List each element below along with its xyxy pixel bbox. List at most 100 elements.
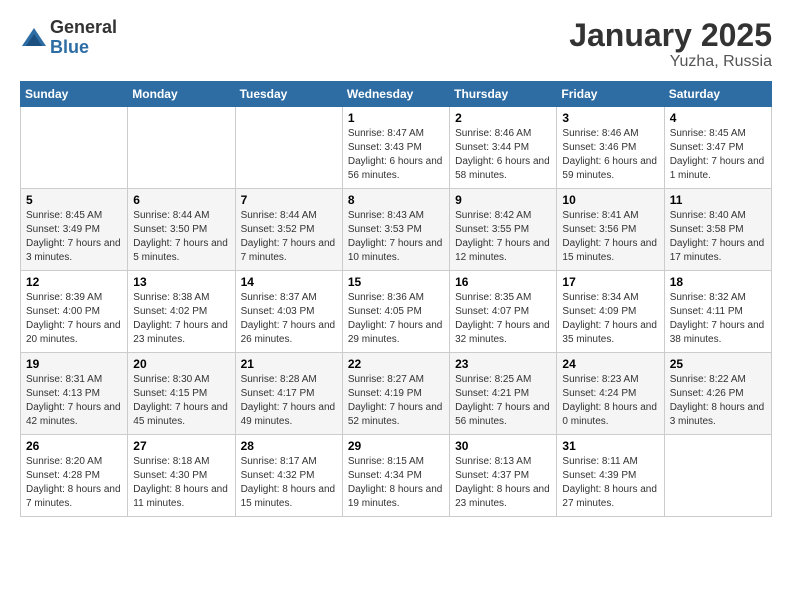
day-number: 22 bbox=[348, 357, 444, 371]
day-info: Sunrise: 8:44 AMSunset: 3:50 PMDaylight:… bbox=[133, 209, 229, 265]
day-cell: 6 Sunrise: 8:44 AMSunset: 3:50 PMDaylight… bbox=[128, 189, 235, 271]
day-info: Sunrise: 8:31 AMSunset: 4:13 PMDaylight:… bbox=[26, 373, 122, 429]
logo-icon bbox=[20, 24, 48, 52]
day-number: 10 bbox=[562, 193, 658, 207]
day-number: 3 bbox=[562, 111, 658, 125]
day-cell: 30Sunrise: 8:13 AMSunset: 4:37 PMDayligh… bbox=[450, 435, 557, 517]
day-cell: 29 Sunrise: 8:15 AMSunset: 4:34 PMDayligh… bbox=[342, 435, 449, 517]
day-number: 27 bbox=[133, 439, 229, 453]
day-cell: 5Sunrise: 8:45 AMSunset: 3:49 PMDaylight… bbox=[21, 189, 128, 271]
day-info: Sunrise: 8:46 AMSunset: 3:46 PMDaylight:… bbox=[562, 127, 658, 183]
day-cell: 2 Sunrise: 8:46 AMSunset: 3:44 PMDaylight… bbox=[450, 107, 557, 189]
day-info: Sunrise: 8:36 AMSunset: 4:05 PMDaylight:… bbox=[348, 291, 444, 347]
calendar-subtitle: Yuzha, Russia bbox=[569, 53, 772, 71]
day-info: Sunrise: 8:41 AMSunset: 3:56 PMDaylight:… bbox=[562, 209, 658, 265]
weekday-header-saturday: Saturday bbox=[664, 82, 771, 107]
day-number: 8 bbox=[348, 193, 444, 207]
day-cell: 14 Sunrise: 8:37 AMSunset: 4:03 PMDayligh… bbox=[235, 271, 342, 353]
day-cell: 27 Sunrise: 8:18 AMSunset: 4:30 PMDayligh… bbox=[128, 435, 235, 517]
week-row-5: 26 Sunrise: 8:20 AMSunset: 4:28 PMDayligh… bbox=[21, 435, 772, 517]
day-info: Sunrise: 8:28 AMSunset: 4:17 PMDaylight:… bbox=[241, 373, 337, 429]
day-info: Sunrise: 8:42 AMSunset: 3:55 PMDaylight:… bbox=[455, 209, 551, 265]
day-info: Sunrise: 8:34 AMSunset: 4:09 PMDaylight:… bbox=[562, 291, 658, 347]
day-number: 9 bbox=[455, 193, 551, 207]
weekday-header-sunday: Sunday bbox=[21, 82, 128, 107]
day-info: Sunrise: 8:40 AMSunset: 3:58 PMDaylight:… bbox=[670, 209, 766, 265]
day-cell: 10 Sunrise: 8:41 AMSunset: 3:56 PMDayligh… bbox=[557, 189, 664, 271]
day-info: Sunrise: 8:11 AMSunset: 4:39 PMDaylight:… bbox=[562, 455, 658, 511]
day-cell: 17 Sunrise: 8:34 AMSunset: 4:09 PMDayligh… bbox=[557, 271, 664, 353]
day-info: Sunrise: 8:39 AMSunset: 4:00 PMDaylight:… bbox=[26, 291, 122, 347]
day-cell: 4 Sunrise: 8:45 AMSunset: 3:47 PMDaylight… bbox=[664, 107, 771, 189]
day-info: Sunrise: 8:15 AMSunset: 4:34 PMDaylight:… bbox=[348, 455, 444, 511]
day-cell: 13 Sunrise: 8:38 AMSunset: 4:02 PMDayligh… bbox=[128, 271, 235, 353]
day-number: 11 bbox=[670, 193, 766, 207]
day-number: 18 bbox=[670, 275, 766, 289]
day-cell: 18Sunrise: 8:32 AMSunset: 4:11 PMDayligh… bbox=[664, 271, 771, 353]
logo-general: General bbox=[50, 18, 117, 38]
day-number: 14 bbox=[241, 275, 337, 289]
week-row-4: 19Sunrise: 8:31 AMSunset: 4:13 PMDayligh… bbox=[21, 353, 772, 435]
day-cell: 25Sunrise: 8:22 AMSunset: 4:26 PMDayligh… bbox=[664, 353, 771, 435]
logo-text: General Blue bbox=[50, 18, 117, 58]
day-cell: 22 Sunrise: 8:27 AMSunset: 4:19 PMDayligh… bbox=[342, 353, 449, 435]
day-cell: 7 Sunrise: 8:44 AMSunset: 3:52 PMDaylight… bbox=[235, 189, 342, 271]
day-cell: 1 Sunrise: 8:47 AMSunset: 3:43 PMDaylight… bbox=[342, 107, 449, 189]
day-info: Sunrise: 8:22 AMSunset: 4:26 PMDaylight:… bbox=[670, 373, 766, 429]
day-cell: 3 Sunrise: 8:46 AMSunset: 3:46 PMDaylight… bbox=[557, 107, 664, 189]
day-number: 20 bbox=[133, 357, 229, 371]
day-info: Sunrise: 8:45 AMSunset: 3:49 PMDaylight:… bbox=[26, 209, 122, 265]
week-row-3: 12 Sunrise: 8:39 AMSunset: 4:00 PMDayligh… bbox=[21, 271, 772, 353]
day-info: Sunrise: 8:18 AMSunset: 4:30 PMDaylight:… bbox=[133, 455, 229, 511]
day-cell: 12 Sunrise: 8:39 AMSunset: 4:00 PMDayligh… bbox=[21, 271, 128, 353]
day-cell: 26 Sunrise: 8:20 AMSunset: 4:28 PMDayligh… bbox=[21, 435, 128, 517]
day-info: Sunrise: 8:37 AMSunset: 4:03 PMDaylight:… bbox=[241, 291, 337, 347]
day-number: 28 bbox=[241, 439, 337, 453]
weekday-header-tuesday: Tuesday bbox=[235, 82, 342, 107]
weekday-header-wednesday: Wednesday bbox=[342, 82, 449, 107]
day-cell: 28Sunrise: 8:17 AMSunset: 4:32 PMDayligh… bbox=[235, 435, 342, 517]
day-number: 17 bbox=[562, 275, 658, 289]
calendar-title: January 2025 bbox=[569, 18, 772, 53]
day-cell bbox=[235, 107, 342, 189]
day-cell: 23Sunrise: 8:25 AMSunset: 4:21 PMDayligh… bbox=[450, 353, 557, 435]
title-block: January 2025 Yuzha, Russia bbox=[569, 18, 772, 71]
day-number: 12 bbox=[26, 275, 122, 289]
day-number: 7 bbox=[241, 193, 337, 207]
day-info: Sunrise: 8:20 AMSunset: 4:28 PMDaylight:… bbox=[26, 455, 122, 511]
calendar-page: General Blue January 2025 Yuzha, Russia … bbox=[0, 0, 792, 612]
day-info: Sunrise: 8:27 AMSunset: 4:19 PMDaylight:… bbox=[348, 373, 444, 429]
day-number: 30 bbox=[455, 439, 551, 453]
day-number: 16 bbox=[455, 275, 551, 289]
weekday-header-row: SundayMondayTuesdayWednesdayThursdayFrid… bbox=[21, 82, 772, 107]
day-info: Sunrise: 8:45 AMSunset: 3:47 PMDaylight:… bbox=[670, 127, 766, 183]
day-cell: 9 Sunrise: 8:42 AMSunset: 3:55 PMDaylight… bbox=[450, 189, 557, 271]
day-number: 26 bbox=[26, 439, 122, 453]
day-info: Sunrise: 8:23 AMSunset: 4:24 PMDaylight:… bbox=[562, 373, 658, 429]
day-cell: 21 Sunrise: 8:28 AMSunset: 4:17 PMDayligh… bbox=[235, 353, 342, 435]
day-cell bbox=[664, 435, 771, 517]
day-number: 13 bbox=[133, 275, 229, 289]
day-number: 2 bbox=[455, 111, 551, 125]
day-info: Sunrise: 8:38 AMSunset: 4:02 PMDaylight:… bbox=[133, 291, 229, 347]
day-info: Sunrise: 8:44 AMSunset: 3:52 PMDaylight:… bbox=[241, 209, 337, 265]
weekday-header-monday: Monday bbox=[128, 82, 235, 107]
day-info: Sunrise: 8:35 AMSunset: 4:07 PMDaylight:… bbox=[455, 291, 551, 347]
day-info: Sunrise: 8:25 AMSunset: 4:21 PMDaylight:… bbox=[455, 373, 551, 429]
day-number: 29 bbox=[348, 439, 444, 453]
day-number: 1 bbox=[348, 111, 444, 125]
day-cell: 24Sunrise: 8:23 AMSunset: 4:24 PMDayligh… bbox=[557, 353, 664, 435]
logo-blue: Blue bbox=[50, 38, 117, 58]
day-number: 6 bbox=[133, 193, 229, 207]
day-cell: 19Sunrise: 8:31 AMSunset: 4:13 PMDayligh… bbox=[21, 353, 128, 435]
day-cell bbox=[128, 107, 235, 189]
day-info: Sunrise: 8:46 AMSunset: 3:44 PMDaylight:… bbox=[455, 127, 551, 183]
day-cell: 8 Sunrise: 8:43 AMSunset: 3:53 PMDaylight… bbox=[342, 189, 449, 271]
day-cell: 15Sunrise: 8:36 AMSunset: 4:05 PMDayligh… bbox=[342, 271, 449, 353]
day-info: Sunrise: 8:30 AMSunset: 4:15 PMDaylight:… bbox=[133, 373, 229, 429]
day-info: Sunrise: 8:43 AMSunset: 3:53 PMDaylight:… bbox=[348, 209, 444, 265]
day-info: Sunrise: 8:47 AMSunset: 3:43 PMDaylight:… bbox=[348, 127, 444, 183]
day-number: 21 bbox=[241, 357, 337, 371]
day-number: 4 bbox=[670, 111, 766, 125]
day-cell: 11 Sunrise: 8:40 AMSunset: 3:58 PMDayligh… bbox=[664, 189, 771, 271]
